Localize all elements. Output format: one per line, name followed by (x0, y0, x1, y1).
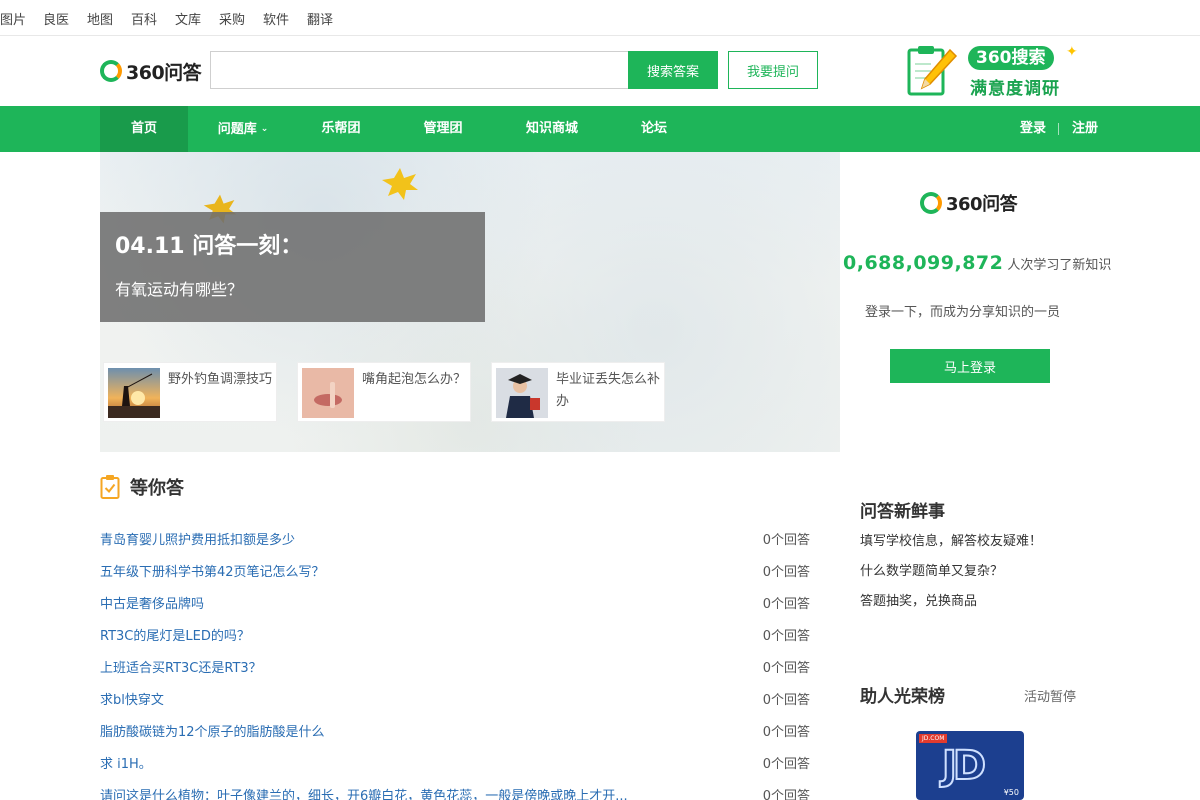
news-item[interactable]: 什么数学题简单又复杂？ (860, 560, 1003, 579)
nav-knowledge-mall[interactable]: 知识商城 (512, 106, 592, 152)
banner-card-diploma[interactable]: 毕业证丢失怎么补办 (491, 362, 665, 422)
answer-count: 0个回答 (762, 597, 810, 612)
nav-home[interactable]: 首页 (100, 106, 188, 152)
list-item: 上班适合买RT3C还是RT3？ 0个回答 (100, 650, 812, 682)
search-answers-button[interactable]: 搜索答案 (628, 51, 718, 89)
answer-count: 0个回答 (762, 533, 810, 548)
top-link-purchase[interactable]: 采购 (219, 9, 245, 28)
featured-question[interactable]: 04.11 问答一刻： 有氧运动有哪些？ (100, 212, 485, 322)
banner-card-lip-blister[interactable]: 嘴角起泡怎么办？ (297, 362, 471, 422)
top-link-translate[interactable]: 翻译 (307, 9, 333, 28)
question-link[interactable]: 五年级下册科学书第42页笔记怎么写？ (100, 561, 325, 580)
list-item: 求 i1H。 0个回答 (100, 746, 812, 778)
banner-card-text: 野外钓鱼调漂技巧 (168, 372, 273, 387)
top-links-bar: 图片 良医 地图 百科 文库 采购 软件 翻译 (0, 0, 1200, 36)
nav-question-library[interactable]: 问题库 ⌄ (208, 106, 278, 152)
top-link-wenku[interactable]: 文库 (175, 9, 201, 28)
graduate-photo (496, 368, 548, 418)
answer-count: 0个回答 (762, 629, 810, 644)
daily-qa-banner[interactable]: 04.11 问答一刻： 有氧运动有哪些？ 野外钓鱼调漂技巧 嘴角起泡怎么办？ 毕… (100, 152, 840, 452)
header: 360问答 搜索答案 我要提问 360搜索 满意度调研 ✦ (0, 36, 1200, 106)
list-item: 五年级下册科学书第42页笔记怎么写？ 0个回答 (100, 554, 812, 586)
logo-ring-icon (920, 192, 942, 214)
logo-ring-icon (100, 60, 122, 82)
waiting-section-title: 等你答 (130, 478, 184, 499)
nav-divider (1058, 123, 1059, 135)
question-link[interactable]: 求 i1H。 (100, 753, 152, 772)
question-link[interactable]: 上班适合买RT3C还是RT3？ (100, 657, 262, 676)
clipboard-pencil-icon (907, 46, 958, 96)
answer-count: 0个回答 (762, 757, 810, 772)
jd-card-value: ¥50 (1003, 788, 1019, 797)
list-item: RT3C的尾灯是LED的吗？ 0个回答 (100, 618, 812, 650)
list-item: 请问这是什么植物：叶子像建兰的，细长，开6瓣白花，黄色花蕊，一般是傍晚或晚上才开… (100, 778, 812, 800)
promo-badge: 360搜索 (968, 46, 1054, 70)
nav-register[interactable]: 注册 (1062, 106, 1108, 152)
news-item[interactable]: 答题抽奖，兑换商品 (860, 590, 977, 609)
list-item: 中古是奢侈品牌吗 0个回答 (100, 586, 812, 618)
waiting-section-header: 等你答 (100, 472, 184, 502)
answer-count: 0个回答 (762, 693, 810, 708)
question-link[interactable]: 青岛育婴儿照护费用抵扣额是多少 (100, 529, 295, 548)
question-link[interactable]: 脂肪酸碳链为12个原子的脂肪酸是什么 (100, 721, 325, 740)
banner-card-text: 嘴角起泡怎么办？ (362, 372, 467, 387)
main-nav: 首页 问题库 ⌄ 乐帮团 管理团 知识商城 论坛 登录 注册 (0, 106, 1200, 152)
nav-management[interactable]: 管理团 (410, 106, 476, 152)
counter-label: 人次学习了新知识 (1007, 258, 1112, 273)
question-link[interactable]: 求bl快穿文 (100, 689, 164, 708)
banner-card-text: 毕业证丢失怎么补办 (556, 372, 661, 409)
sparkle-icon: ✦ (1066, 44, 1078, 60)
fishing-photo (108, 368, 160, 418)
banner-card-fishing[interactable]: 野外钓鱼调漂技巧 (103, 362, 277, 422)
top-link-baike[interactable]: 百科 (131, 9, 157, 28)
answer-count: 0个回答 (762, 565, 810, 580)
nav-question-library-label: 问题库 (217, 122, 257, 137)
top-link-software[interactable]: 软件 (263, 9, 289, 28)
logo-text: 360问答 (126, 61, 202, 84)
sidebar-logo-text: 360问答 (946, 194, 1018, 215)
maple-leaf-icon (382, 168, 418, 200)
jd-gift-card[interactable]: JD.COM JD ¥50 (916, 731, 1024, 800)
nav-lebangtuan[interactable]: 乐帮团 (308, 106, 374, 152)
nav-forum[interactable]: 论坛 (626, 106, 682, 152)
news-item[interactable]: 填写学校信息，解答校友疑难！ (860, 530, 1042, 549)
counter-number: 0,688,099,872 (843, 252, 1004, 274)
honor-status: 活动暂停 (1024, 690, 1077, 705)
waiting-question-list: 青岛育婴儿照护费用抵扣额是多少 0个回答 五年级下册科学书第42页笔记怎么写？ 0个… (100, 522, 812, 800)
nav-login[interactable]: 登录 (1010, 106, 1056, 152)
site-logo[interactable]: 360问答 (100, 59, 202, 84)
list-item: 青岛育婴儿照护费用抵扣额是多少 0个回答 (100, 522, 812, 554)
question-link[interactable]: 中古是奢侈品牌吗 (100, 593, 204, 612)
chevron-down-icon: ⌄ (260, 124, 269, 134)
jd-logo-letters: JD (941, 742, 987, 790)
sidebar-description: 登录一下，而成为分享知识的一员 (865, 305, 1061, 320)
feature-date-title: 04.11 问答一刻： (115, 234, 303, 259)
top-link-map[interactable]: 地图 (87, 9, 113, 28)
answer-count: 0个回答 (762, 789, 810, 800)
ask-question-button[interactable]: 我要提问 (728, 51, 818, 89)
answer-count: 0个回答 (762, 725, 810, 740)
feature-question: 有氧运动有哪些？ (115, 280, 244, 299)
list-item: 求bl快穿文 0个回答 (100, 682, 812, 714)
news-title: 问答新鲜事 (860, 502, 945, 522)
question-link[interactable]: RT3C的尾灯是LED的吗？ (100, 625, 250, 644)
survey-promo[interactable]: 360搜索 满意度调研 ✦ (906, 42, 1086, 99)
sidebar-logo: 360问答 (920, 190, 1018, 216)
login-now-button[interactable]: 马上登录 (890, 349, 1050, 383)
jd-card-tag: JD.COM (919, 734, 948, 743)
lips-photo (302, 368, 354, 418)
promo-subtitle: 满意度调研 (970, 79, 1060, 99)
top-link-doctor[interactable]: 良医 (43, 9, 69, 28)
question-link[interactable]: 请问这是什么植物：叶子像建兰的，细长，开6瓣白花，黄色花蕊，一般是傍晚或晚上才开… (100, 785, 628, 800)
list-item: 脂肪酸碳链为12个原子的脂肪酸是什么 0个回答 (100, 714, 812, 746)
honor-title: 助人光荣榜 (860, 687, 945, 707)
search-input[interactable] (210, 51, 628, 89)
clipboard-check-icon (100, 475, 120, 499)
learner-counter: 0,688,099,872 人次学习了新知识 (843, 252, 1111, 274)
top-link-images[interactable]: 图片 (0, 9, 26, 28)
answer-count: 0个回答 (762, 661, 810, 676)
